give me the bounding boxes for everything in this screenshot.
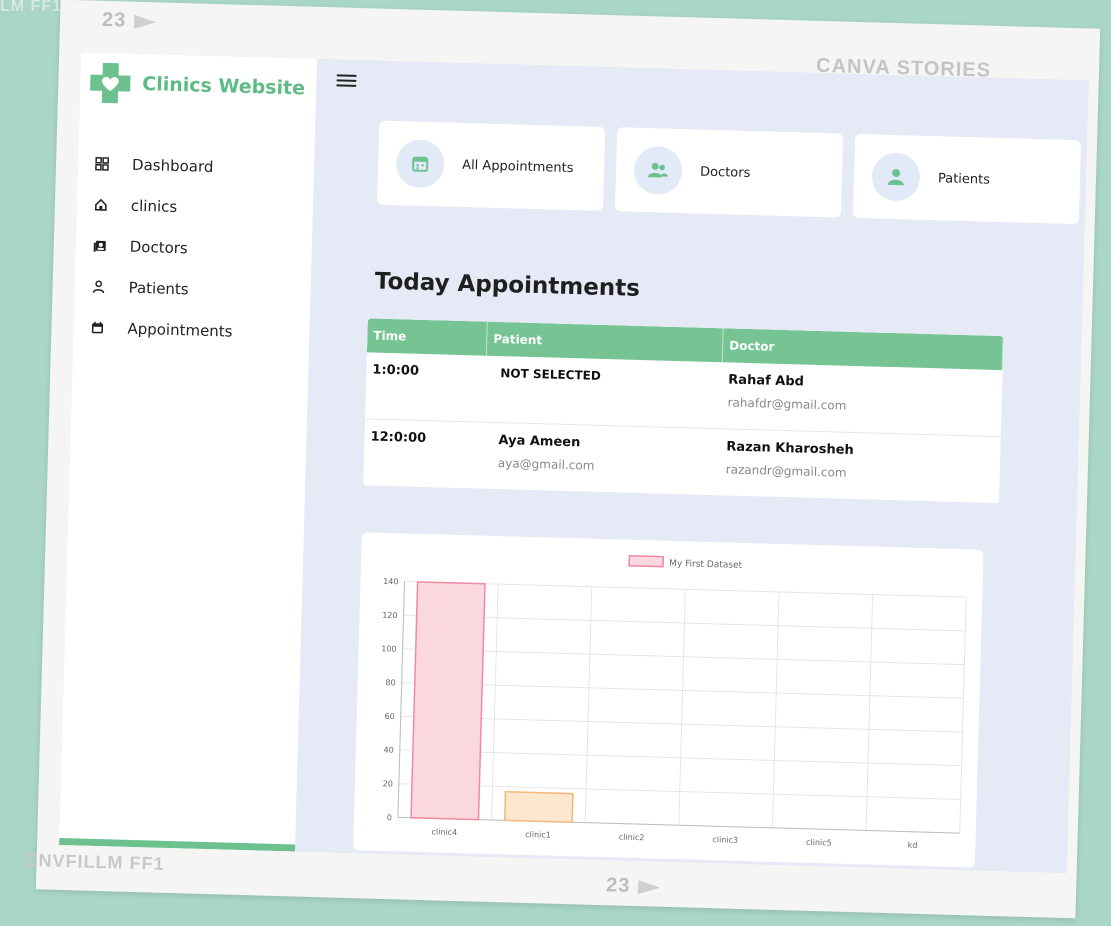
person-icon <box>90 278 106 294</box>
cell-doctor: Razan Kharosheh razandr@gmail.com <box>719 429 1001 503</box>
frame-number-top: 23 <box>102 9 157 34</box>
card-label: All Appointments <box>461 157 574 176</box>
y-tick-label: 0 <box>387 813 392 822</box>
frame-number-bottom-text: 23 <box>605 874 631 897</box>
sidebar-item-patients[interactable]: Patients <box>90 266 234 311</box>
patient-name: Aya Ameen <box>498 433 581 451</box>
brand-title: Clinics Website <box>141 72 306 100</box>
cell-time: 12:0:00 <box>370 429 427 447</box>
sidebar-bottom-bar <box>59 837 296 852</box>
card-all-appointments[interactable]: All Appointments <box>377 120 606 211</box>
bar <box>410 581 486 821</box>
grid-line <box>959 597 967 834</box>
appointments-table: Time Patient Doctor 1:0:00 NOT SELECTED … <box>363 318 1004 504</box>
frame-number-bottom: 23 <box>606 874 661 899</box>
chart-card: 0 20 40 60 80 100 120 140 clinic4 clinic1 clinic2 c… <box>352 532 984 868</box>
x-tick-label: kd <box>908 841 918 850</box>
film-code-bottom: CNVFILLM FF1 <box>24 849 165 874</box>
x-tick-label: clinic2 <box>619 833 645 843</box>
menu-toggle-icon[interactable] <box>336 71 357 90</box>
sidebar-item-appointments[interactable]: Appointments <box>89 307 233 352</box>
medical-cross-heart-icon <box>90 62 131 104</box>
card-label: Patients <box>937 170 991 188</box>
frame-arrow-icon <box>134 14 157 29</box>
cell-doctor: Rahaf Abd rahafdr@gmail.com <box>721 362 1003 436</box>
sidebar-item-doctors[interactable]: Doctors <box>91 225 235 270</box>
frame-number-top-text: 23 <box>101 8 127 32</box>
grid-line <box>771 591 780 828</box>
grid-line <box>491 584 499 821</box>
cell-time: 1:0:00 <box>372 362 420 379</box>
y-tick-label: 120 <box>382 611 398 620</box>
patient-name: NOT SELECTED <box>500 366 601 383</box>
app-screen: Clinics Website Dashboard clinics Doctor… <box>59 52 1089 874</box>
sidebar-item-label: Appointments <box>127 319 233 341</box>
frame-arrow-icon <box>638 879 661 895</box>
patient-email: aya@gmail.com <box>497 456 595 473</box>
cell-patient: Aya Ameen aya@gmail.com <box>483 423 721 496</box>
sidebar-item-clinics[interactable]: clinics <box>92 184 236 229</box>
sidebar-nav: Dashboard clinics Doctors Patients Appoi… <box>89 143 238 352</box>
grid-icon <box>94 155 110 171</box>
y-tick-label: 80 <box>385 678 395 687</box>
doctor-icon <box>92 237 108 253</box>
calendar-icon <box>395 139 445 189</box>
y-tick-label: 100 <box>381 644 397 653</box>
sidebar: Clinics Website Dashboard clinics Doctor… <box>59 52 318 852</box>
grid-line <box>678 589 686 826</box>
legend-label: My First Dataset <box>669 559 743 571</box>
film-corner-code: LM FF1 <box>0 0 62 15</box>
grid-line <box>584 586 593 823</box>
doctor-name: Razan Kharosheh <box>726 439 854 458</box>
sidebar-item-label: Doctors <box>129 237 189 257</box>
user-icon <box>871 152 921 202</box>
y-tick-label: 60 <box>384 712 394 721</box>
grid-line <box>865 594 874 831</box>
y-tick-label: 140 <box>383 577 399 586</box>
sidebar-item-label: Dashboard <box>131 155 214 176</box>
brand[interactable]: Clinics Website <box>88 60 306 110</box>
column-header-time[interactable]: Time <box>366 318 488 356</box>
cell-patient: NOT SELECTED <box>485 356 723 429</box>
doctor-email: razandr@gmail.com <box>725 462 847 480</box>
sidebar-item-dashboard[interactable]: Dashboard <box>94 143 238 188</box>
x-tick-label: clinic3 <box>712 835 738 845</box>
legend-swatch <box>628 554 665 568</box>
section-title: Today Appointments <box>374 268 641 302</box>
home-icon <box>93 196 109 212</box>
film-frame: 23 CANVA STORIES CNVFILLM FF1 23 Clinics… <box>24 0 1101 919</box>
y-axis <box>397 581 406 818</box>
doctor-name: Rahaf Abd <box>728 372 805 390</box>
y-tick-label: 20 <box>383 779 393 788</box>
sidebar-item-label: clinics <box>130 196 178 216</box>
x-tick-label: clinic1 <box>525 830 551 840</box>
users-icon <box>633 145 683 196</box>
card-patients[interactable]: Patients <box>852 133 1082 225</box>
y-tick-label: 40 <box>383 746 393 755</box>
x-tick-label: clinic5 <box>806 838 832 848</box>
card-doctors[interactable]: Doctors <box>614 127 844 218</box>
bar <box>503 790 574 824</box>
x-tick-label: clinic4 <box>431 827 457 837</box>
clinics-bar-chart: 0 20 40 60 80 100 120 140 clinic4 clinic1 clinic2 c… <box>381 554 967 850</box>
stat-cards: All Appointments Doctors Patients <box>377 120 1082 225</box>
doctor-email: rahafdr@gmail.com <box>727 395 847 413</box>
sidebar-item-label: Patients <box>128 278 189 298</box>
calendar-icon <box>89 319 105 335</box>
card-label: Doctors <box>699 164 751 181</box>
